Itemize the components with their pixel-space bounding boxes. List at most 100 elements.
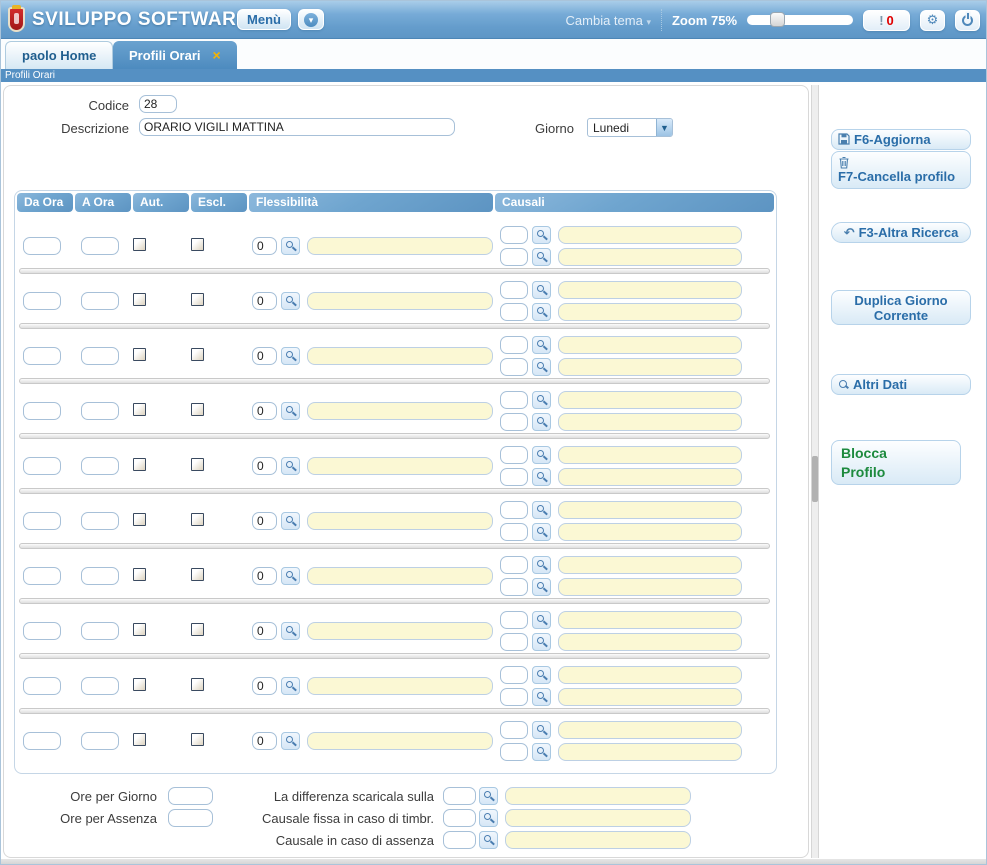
differenza-input[interactable]	[443, 787, 476, 805]
menu-button[interactable]: Menù	[237, 9, 291, 30]
flessibilita-input[interactable]	[252, 677, 277, 695]
causale1-input[interactable]	[500, 336, 528, 354]
a-ora-input[interactable]	[81, 457, 119, 475]
causale2-input[interactable]	[500, 303, 528, 321]
causale-fissa-search-button[interactable]	[479, 809, 498, 827]
giorno-select[interactable]: Lunedi ▼	[587, 118, 673, 137]
tab-paolo-home[interactable]: paolo Home	[5, 41, 113, 69]
escl-checkbox[interactable]	[191, 293, 204, 306]
causale2-search-button[interactable]	[532, 633, 551, 651]
causale2-input[interactable]	[500, 688, 528, 706]
da-ora-input[interactable]	[23, 622, 61, 640]
flessibilita-search-button[interactable]	[281, 402, 300, 420]
flessibilita-input[interactable]	[252, 292, 277, 310]
flessibilita-search-button[interactable]	[281, 677, 300, 695]
causale1-input[interactable]	[500, 721, 528, 739]
da-ora-input[interactable]	[23, 347, 61, 365]
causale2-search-button[interactable]	[532, 303, 551, 321]
blocca-profilo-button[interactable]: Blocca Profilo	[831, 440, 961, 485]
causale1-search-button[interactable]	[532, 721, 551, 739]
causale1-input[interactable]	[500, 611, 528, 629]
splitter-handle[interactable]	[812, 456, 818, 502]
a-ora-input[interactable]	[81, 237, 119, 255]
causale2-input[interactable]	[500, 248, 528, 266]
aut-checkbox[interactable]	[133, 513, 146, 526]
flessibilita-search-button[interactable]	[281, 457, 300, 475]
ore-per-giorno-input[interactable]	[168, 787, 213, 805]
causale1-search-button[interactable]	[532, 666, 551, 684]
aut-checkbox[interactable]	[133, 733, 146, 746]
escl-checkbox[interactable]	[191, 458, 204, 471]
flessibilita-input[interactable]	[252, 567, 277, 585]
causale1-input[interactable]	[500, 226, 528, 244]
da-ora-input[interactable]	[23, 237, 61, 255]
causale1-input[interactable]	[500, 556, 528, 574]
flessibilita-input[interactable]	[252, 457, 277, 475]
causale2-input[interactable]	[500, 578, 528, 596]
flessibilita-search-button[interactable]	[281, 622, 300, 640]
zoom-slider-handle[interactable]	[770, 12, 785, 27]
ore-per-assenza-input[interactable]	[168, 809, 213, 827]
da-ora-input[interactable]	[23, 512, 61, 530]
escl-checkbox[interactable]	[191, 238, 204, 251]
close-icon[interactable]: ×	[213, 48, 221, 62]
causale2-search-button[interactable]	[532, 578, 551, 596]
causale-fissa-input[interactable]	[443, 809, 476, 827]
a-ora-input[interactable]	[81, 347, 119, 365]
da-ora-input[interactable]	[23, 732, 61, 750]
flessibilita-search-button[interactable]	[281, 347, 300, 365]
flessibilita-search-button[interactable]	[281, 732, 300, 750]
settings-button[interactable]: ⚙	[920, 10, 945, 31]
alerts-button[interactable]: ! 0	[863, 10, 910, 31]
causale1-search-button[interactable]	[532, 556, 551, 574]
causale2-search-button[interactable]	[532, 468, 551, 486]
a-ora-input[interactable]	[81, 677, 119, 695]
causale2-input[interactable]	[500, 413, 528, 431]
a-ora-input[interactable]	[81, 402, 119, 420]
da-ora-input[interactable]	[23, 677, 61, 695]
causale2-search-button[interactable]	[532, 358, 551, 376]
causale1-input[interactable]	[500, 391, 528, 409]
da-ora-input[interactable]	[23, 457, 61, 475]
da-ora-input[interactable]	[23, 567, 61, 585]
causale2-search-button[interactable]	[532, 688, 551, 706]
causale1-input[interactable]	[500, 446, 528, 464]
causale2-search-button[interactable]	[532, 248, 551, 266]
flessibilita-input[interactable]	[252, 402, 277, 420]
aut-checkbox[interactable]	[133, 678, 146, 691]
da-ora-input[interactable]	[23, 292, 61, 310]
causale1-search-button[interactable]	[532, 611, 551, 629]
panel-splitter[interactable]	[811, 85, 819, 858]
escl-checkbox[interactable]	[191, 678, 204, 691]
zoom-slider[interactable]	[747, 15, 853, 25]
flessibilita-input[interactable]	[252, 237, 277, 255]
altri-dati-button[interactable]: Altri Dati	[831, 374, 971, 395]
causale2-input[interactable]	[500, 633, 528, 651]
causale2-input[interactable]	[500, 523, 528, 541]
codice-input[interactable]	[139, 95, 177, 113]
flessibilita-search-button[interactable]	[281, 292, 300, 310]
flessibilita-input[interactable]	[252, 732, 277, 750]
flessibilita-input[interactable]	[252, 622, 277, 640]
aut-checkbox[interactable]	[133, 568, 146, 581]
flessibilita-input[interactable]	[252, 512, 277, 530]
causale1-input[interactable]	[500, 666, 528, 684]
causale-assenza-search-button[interactable]	[479, 831, 498, 849]
causale1-input[interactable]	[500, 501, 528, 519]
a-ora-input[interactable]	[81, 512, 119, 530]
causale1-search-button[interactable]	[532, 281, 551, 299]
flessibilita-search-button[interactable]	[281, 237, 300, 255]
cambia-tema-link[interactable]: Cambia tema ▾	[566, 13, 651, 28]
tab-profili-orari[interactable]: Profili Orari ×	[113, 41, 237, 69]
causale1-search-button[interactable]	[532, 336, 551, 354]
descrizione-input[interactable]	[139, 118, 455, 136]
causale1-search-button[interactable]	[532, 446, 551, 464]
causale2-search-button[interactable]	[532, 523, 551, 541]
f6-aggiorna-button[interactable]: F6-Aggiorna	[831, 129, 971, 150]
aut-checkbox[interactable]	[133, 348, 146, 361]
causale1-search-button[interactable]	[532, 501, 551, 519]
a-ora-input[interactable]	[81, 622, 119, 640]
aut-checkbox[interactable]	[133, 403, 146, 416]
da-ora-input[interactable]	[23, 402, 61, 420]
causale-assenza-input[interactable]	[443, 831, 476, 849]
